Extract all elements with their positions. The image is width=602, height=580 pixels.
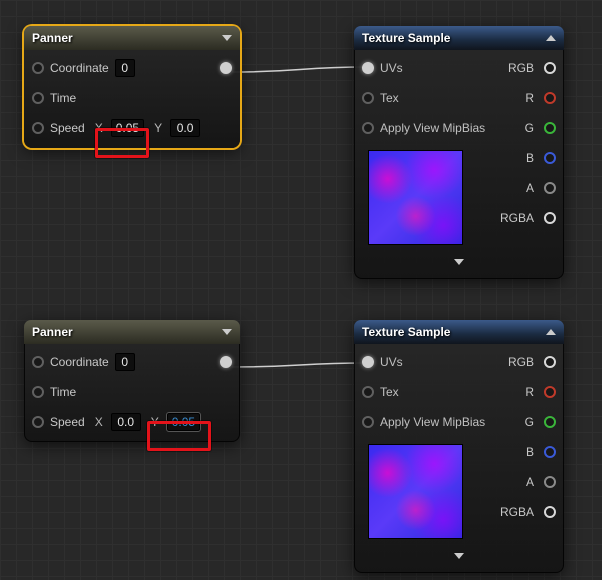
speed-x-value[interactable]: 0.0 [111, 413, 141, 431]
output-pin-b[interactable] [544, 446, 556, 458]
output-pin-rgb[interactable] [544, 62, 556, 74]
output-pin-g[interactable] [544, 122, 556, 134]
input-pin-time[interactable] [32, 386, 44, 398]
a-label: A [526, 475, 534, 489]
input-pin-mip[interactable] [362, 416, 374, 428]
r-label: R [525, 385, 534, 399]
node-title: Panner [32, 325, 73, 339]
g-label: G [525, 121, 534, 135]
input-pin-uvs[interactable] [362, 356, 374, 368]
b-label: B [526, 445, 534, 459]
mip-label: Apply View MipBias [380, 121, 485, 135]
uvs-label: UVs [380, 355, 403, 369]
y-label: Y [154, 121, 162, 135]
coordinate-value[interactable]: 0 [115, 59, 135, 77]
y-label: Y [151, 415, 159, 429]
input-pin-tex[interactable] [362, 92, 374, 104]
coordinate-value[interactable]: 0 [115, 353, 135, 371]
output-pin-a[interactable] [544, 182, 556, 194]
rgb-label: RGB [508, 355, 534, 369]
b-label: B [526, 151, 534, 165]
output-pin-rgba[interactable] [544, 506, 556, 518]
input-pin-tex[interactable] [362, 386, 374, 398]
speed-x-value[interactable]: 0.05 [111, 119, 144, 137]
rgba-label: RGBA [500, 505, 534, 519]
output-pin-g[interactable] [544, 416, 556, 428]
x-label: X [95, 415, 103, 429]
input-pin-mip[interactable] [362, 122, 374, 134]
time-label: Time [50, 91, 76, 105]
input-pin-time[interactable] [32, 92, 44, 104]
chevron-up-icon[interactable] [546, 35, 556, 41]
rgba-label: RGBA [500, 211, 534, 225]
chevron-down-icon[interactable] [222, 329, 232, 335]
chevron-down-icon[interactable] [222, 35, 232, 41]
input-pin-speed[interactable] [32, 416, 44, 428]
output-pin[interactable] [220, 356, 232, 368]
node-title: Texture Sample [362, 325, 450, 339]
rgb-label: RGB [508, 61, 534, 75]
uvs-label: UVs [380, 61, 403, 75]
input-pin-uvs[interactable] [362, 62, 374, 74]
speed-label: Speed [50, 121, 85, 135]
chevron-up-icon[interactable] [546, 329, 556, 335]
chevron-down-icon[interactable] [454, 259, 464, 265]
node-title: Panner [32, 31, 73, 45]
output-pin-b[interactable] [544, 152, 556, 164]
output-pin-rgb[interactable] [544, 356, 556, 368]
chevron-down-icon[interactable] [454, 553, 464, 559]
texture-preview[interactable] [368, 150, 463, 245]
coordinate-label: Coordinate [50, 355, 109, 369]
input-pin-speed[interactable] [32, 122, 44, 134]
tex-label: Tex [380, 91, 399, 105]
time-label: Time [50, 385, 76, 399]
panner-node-2[interactable]: Panner Coordinate 0 Time Speed X 0.0 Y 0… [24, 320, 240, 442]
speed-y-value[interactable]: 0.0 [170, 119, 200, 137]
tex-label: Tex [380, 385, 399, 399]
speed-y-value[interactable]: 0.05 [167, 413, 200, 431]
output-pin-r[interactable] [544, 386, 556, 398]
panner-node-1[interactable]: Panner Coordinate 0 Time Speed X 0.05 Y … [24, 26, 240, 148]
texture-preview[interactable] [368, 444, 463, 539]
node-header[interactable]: Texture Sample [354, 26, 564, 50]
texture-sample-node-2[interactable]: Texture Sample UVs RGB Tex R [354, 320, 564, 573]
mip-label: Apply View MipBias [380, 415, 485, 429]
r-label: R [525, 91, 534, 105]
output-pin-rgba[interactable] [544, 212, 556, 224]
output-pin-a[interactable] [544, 476, 556, 488]
output-pin-r[interactable] [544, 92, 556, 104]
node-title: Texture Sample [362, 31, 450, 45]
node-header[interactable]: Panner [24, 26, 240, 50]
output-pin[interactable] [220, 62, 232, 74]
node-header[interactable]: Panner [24, 320, 240, 344]
a-label: A [526, 181, 534, 195]
x-label: X [95, 121, 103, 135]
texture-sample-node-1[interactable]: Texture Sample UVs RGB Tex R [354, 26, 564, 279]
input-pin-coordinate[interactable] [32, 356, 44, 368]
input-pin-coordinate[interactable] [32, 62, 44, 74]
g-label: G [525, 415, 534, 429]
coordinate-label: Coordinate [50, 61, 109, 75]
node-header[interactable]: Texture Sample [354, 320, 564, 344]
speed-label: Speed [50, 415, 85, 429]
